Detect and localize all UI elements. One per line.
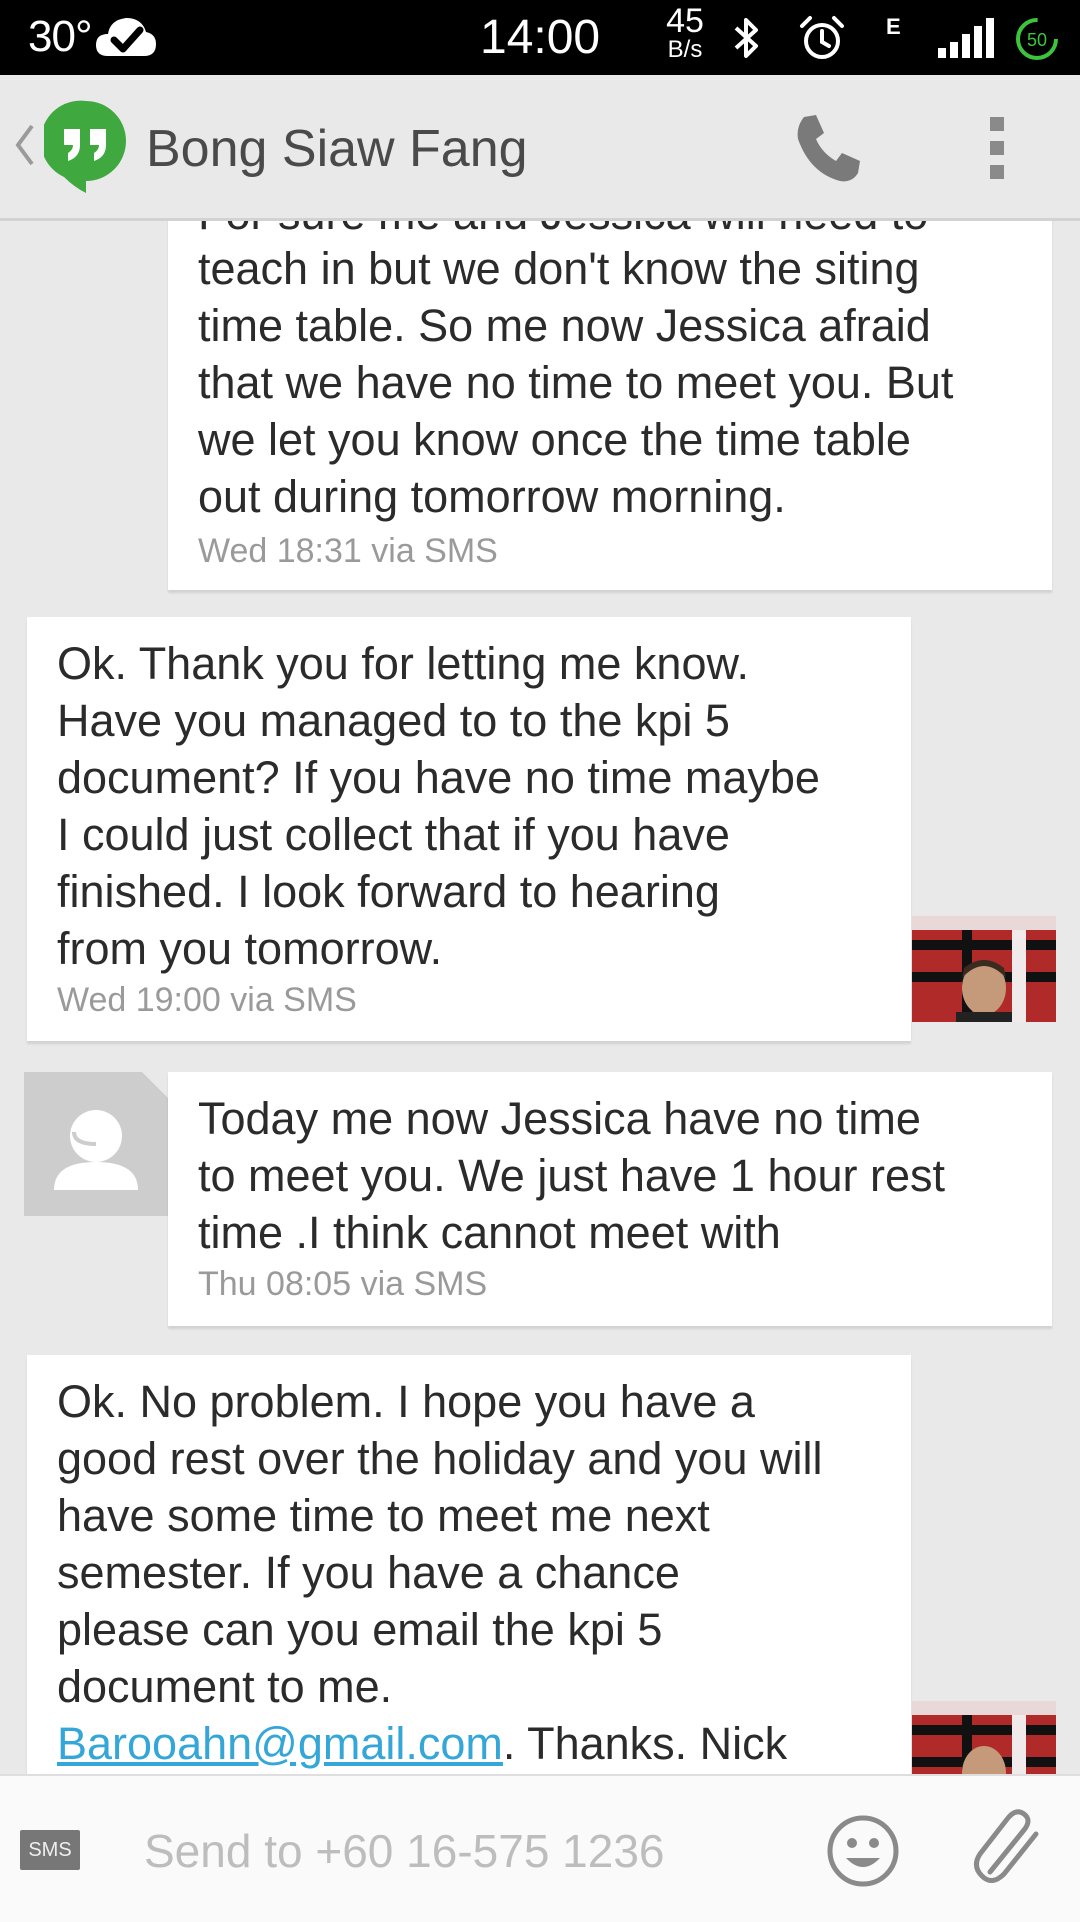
- call-icon[interactable]: [790, 109, 868, 187]
- signal-icon: [938, 18, 994, 58]
- status-bar: 30° 14:00 45 B/s E 50: [0, 0, 1080, 75]
- message-input[interactable]: [142, 1812, 786, 1890]
- conversation-title[interactable]: Bong Siaw Fang: [146, 119, 528, 179]
- hangouts-logo-icon[interactable]: [44, 99, 128, 195]
- message-link-line: Barooahn@gmail.com. Thanks. Nick: [57, 1715, 917, 1772]
- back-chevron-icon[interactable]: [12, 120, 36, 170]
- battery-icon: 50: [1016, 18, 1058, 60]
- alarm-icon: [800, 16, 844, 59]
- sms-mode-badge[interactable]: SMS: [20, 1830, 80, 1870]
- default-person-icon: [24, 1072, 168, 1216]
- conversation-list[interactable]: For sure me and Jessica will need to tea…: [0, 221, 1080, 1774]
- message-timestamp: Thu 08:05 via SMS: [198, 1265, 488, 1303]
- message-outgoing[interactable]: Ok. Thank you for letting me know. Have …: [27, 617, 911, 1041]
- message-incoming[interactable]: For sure me and Jessica will need to tea…: [168, 221, 1052, 590]
- network-speed-unit: B/s: [667, 36, 703, 63]
- message-timestamp: Wed 19:00 via SMS: [57, 981, 357, 1019]
- weather-cloud-check-icon: [96, 18, 156, 56]
- message-incoming[interactable]: Today me now Jessica have no time to mee…: [168, 1072, 1052, 1326]
- action-bar: Bong Siaw Fang: [0, 75, 1080, 221]
- message-text: Ok. Thank you for letting me know. Have …: [57, 638, 820, 974]
- temperature-text: 30°: [28, 12, 93, 61]
- emoji-icon[interactable]: [826, 1814, 900, 1888]
- overflow-menu-icon[interactable]: [980, 115, 1014, 181]
- network-speed: 45 B/s: [660, 4, 710, 62]
- bluetooth-icon: [734, 18, 758, 58]
- email-link[interactable]: Barooahn@gmail.com: [57, 1718, 503, 1769]
- battery-level-text: 50: [1027, 30, 1047, 50]
- attach-paperclip-icon[interactable]: [972, 1806, 1044, 1892]
- my-avatar[interactable]: [912, 1701, 1056, 1774]
- clock-time: 14:00: [480, 11, 601, 64]
- profile-photo-icon: [912, 916, 1056, 1022]
- message-text-tail: . Thanks. Nick: [502, 1718, 788, 1769]
- profile-photo-icon: [912, 1701, 1056, 1774]
- message-outgoing[interactable]: Ok. No problem. I hope you have a good r…: [27, 1355, 911, 1774]
- message-text: Ok. No problem. I hope you have a good r…: [57, 1376, 823, 1712]
- network-type-text: E: [886, 14, 901, 39]
- message-timestamp: Wed 18:31 via SMS: [198, 532, 498, 570]
- my-avatar[interactable]: [912, 916, 1056, 1022]
- message-text: teach in but we don't know the siting ti…: [198, 243, 954, 522]
- network-speed-value: 45: [666, 2, 704, 40]
- message-text-partial: For sure me and Jessica will need to: [198, 221, 928, 242]
- contact-avatar[interactable]: [24, 1072, 168, 1216]
- message-text: Today me now Jessica have no time to mee…: [198, 1093, 946, 1258]
- compose-bar: SMS: [0, 1774, 1080, 1922]
